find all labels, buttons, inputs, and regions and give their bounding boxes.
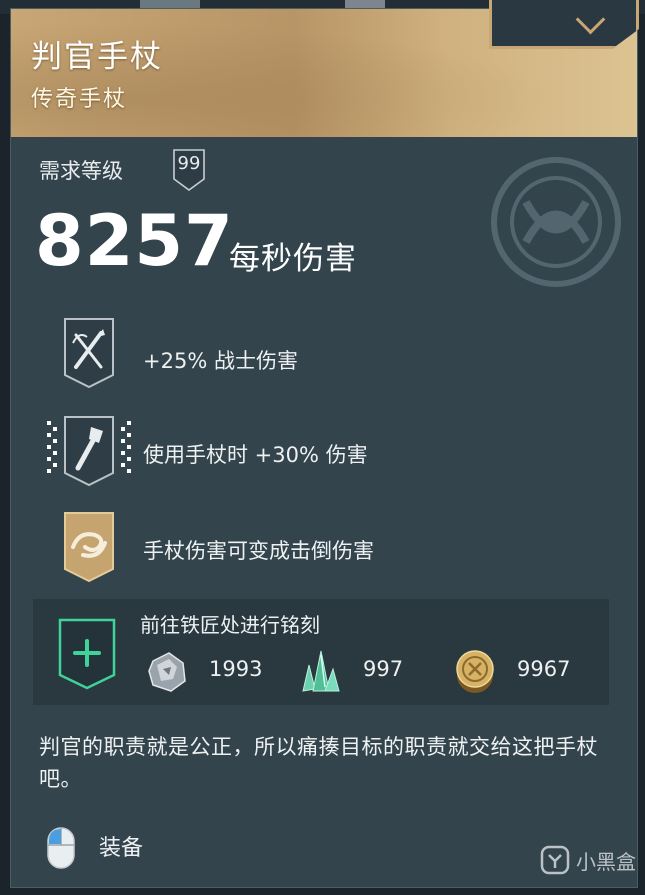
iron-ore-icon [148, 652, 186, 692]
plus-icon [58, 618, 116, 690]
engraving-title: 前往铁匠处进行铭刻 [140, 613, 320, 637]
swirl-icon [64, 512, 114, 583]
perk-text: 使用手杖时 +30% 伤害 [143, 443, 368, 467]
coin-icon [456, 650, 494, 693]
perk-text: +25% 战士伤害 [143, 349, 298, 373]
compare-badge [489, 0, 639, 49]
watermark-text: 小黑盒 [576, 849, 636, 874]
perk-text: 手杖伤害可变成击倒伤害 [143, 539, 374, 563]
item-tooltip-card: 判官手杖 传奇手杖 需求等级 99 8257 每秒伤害 +25% 战士伤害 使用… [10, 0, 639, 888]
item-name: 判官手杖 [31, 39, 163, 75]
resource-value: 1993 [209, 657, 263, 681]
item-description: 判官的职责就是公正，所以痛揍目标的职责就交给这把手杖吧。 [39, 735, 598, 791]
crystal-icon [302, 650, 340, 692]
mouse-icon [47, 827, 75, 869]
crossed-swords-icon [64, 318, 114, 389]
resource-value: 9967 [517, 657, 571, 681]
xiaoheihe-logo-icon [540, 845, 570, 875]
item-header: 判官手杖 传奇手杖 [11, 0, 639, 137]
equip-action[interactable]: 装备 [99, 830, 143, 862]
dps-unit: 每秒伤害 [229, 241, 357, 277]
dps-value: 8257 [35, 200, 234, 282]
required-level-label: 需求等级 [39, 159, 123, 183]
item-rarity: 传奇手杖 [31, 87, 128, 112]
watermark: 小黑盒 [540, 845, 636, 875]
staff-icon [47, 416, 131, 487]
knot-emblem-icon [491, 157, 621, 287]
engraving-panel: 前往铁匠处进行铭刻 1993 997 9967 [33, 599, 609, 705]
resource-value: 997 [363, 657, 404, 681]
required-level-value: 99 [177, 153, 201, 174]
